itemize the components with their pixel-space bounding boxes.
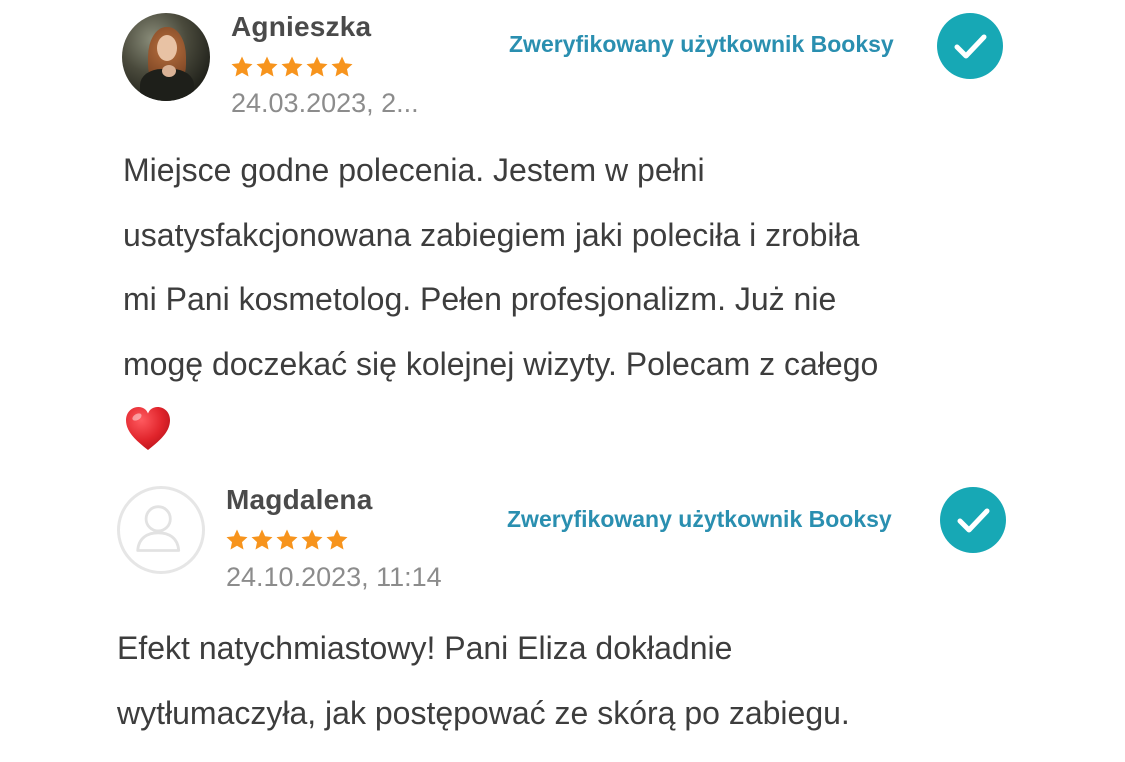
star-icon [251, 529, 273, 550]
star-icon [276, 529, 298, 550]
avatar-hand [162, 65, 176, 77]
user-outline-icon[interactable] [117, 486, 205, 574]
rating-stars [230, 55, 354, 81]
verified-badge-label: Zweryfikowany użytkownik Booksy [509, 31, 894, 57]
avatar-face [157, 35, 177, 61]
star-icon [301, 529, 323, 550]
star-icon [231, 56, 253, 77]
review-text-line: mogę doczekać się kolejnej wizyty. Polec… [123, 345, 879, 382]
verified-badge-label: Zweryfikowany użytkownik Booksy [507, 506, 892, 532]
check-circle-icon [940, 487, 1006, 553]
star-icon [331, 56, 353, 77]
star-icon [226, 529, 248, 550]
review-text: Efekt natychmiastowy! Pani Eliza dokładn… [117, 616, 1017, 745]
review-date: 24.03.2023, 2... [231, 88, 419, 118]
review-date: 24.10.2023, 11:14 [226, 562, 442, 592]
star-icon [256, 56, 278, 77]
star-icon [281, 56, 303, 77]
review-text: Miejsce godne polecenia. Jestem w pełni … [123, 138, 1023, 396]
reviewer-name[interactable]: Agnieszka [231, 11, 371, 43]
review-text-line: Efekt natychmiastowy! Pani Eliza dokładn… [117, 630, 733, 666]
avatar[interactable] [122, 13, 210, 101]
rating-stars [225, 528, 349, 554]
review-text-line: mi Pani kosmetolog. Pełen profesjonalizm… [123, 281, 837, 317]
star-icon [306, 56, 328, 77]
heart-emoji [126, 407, 170, 450]
reviewer-name[interactable]: Magdalena [226, 484, 373, 516]
star-icon [326, 529, 348, 550]
check-circle-icon [937, 13, 1003, 79]
review-text-line: usatysfakcjonowana zabiegiem jaki poleci… [123, 216, 860, 253]
review-text-line: wytłumaczyła, jak postępować ze skórą po… [117, 694, 850, 731]
review-text-line: Miejsce godne polecenia. Jestem w pełni [123, 152, 705, 188]
